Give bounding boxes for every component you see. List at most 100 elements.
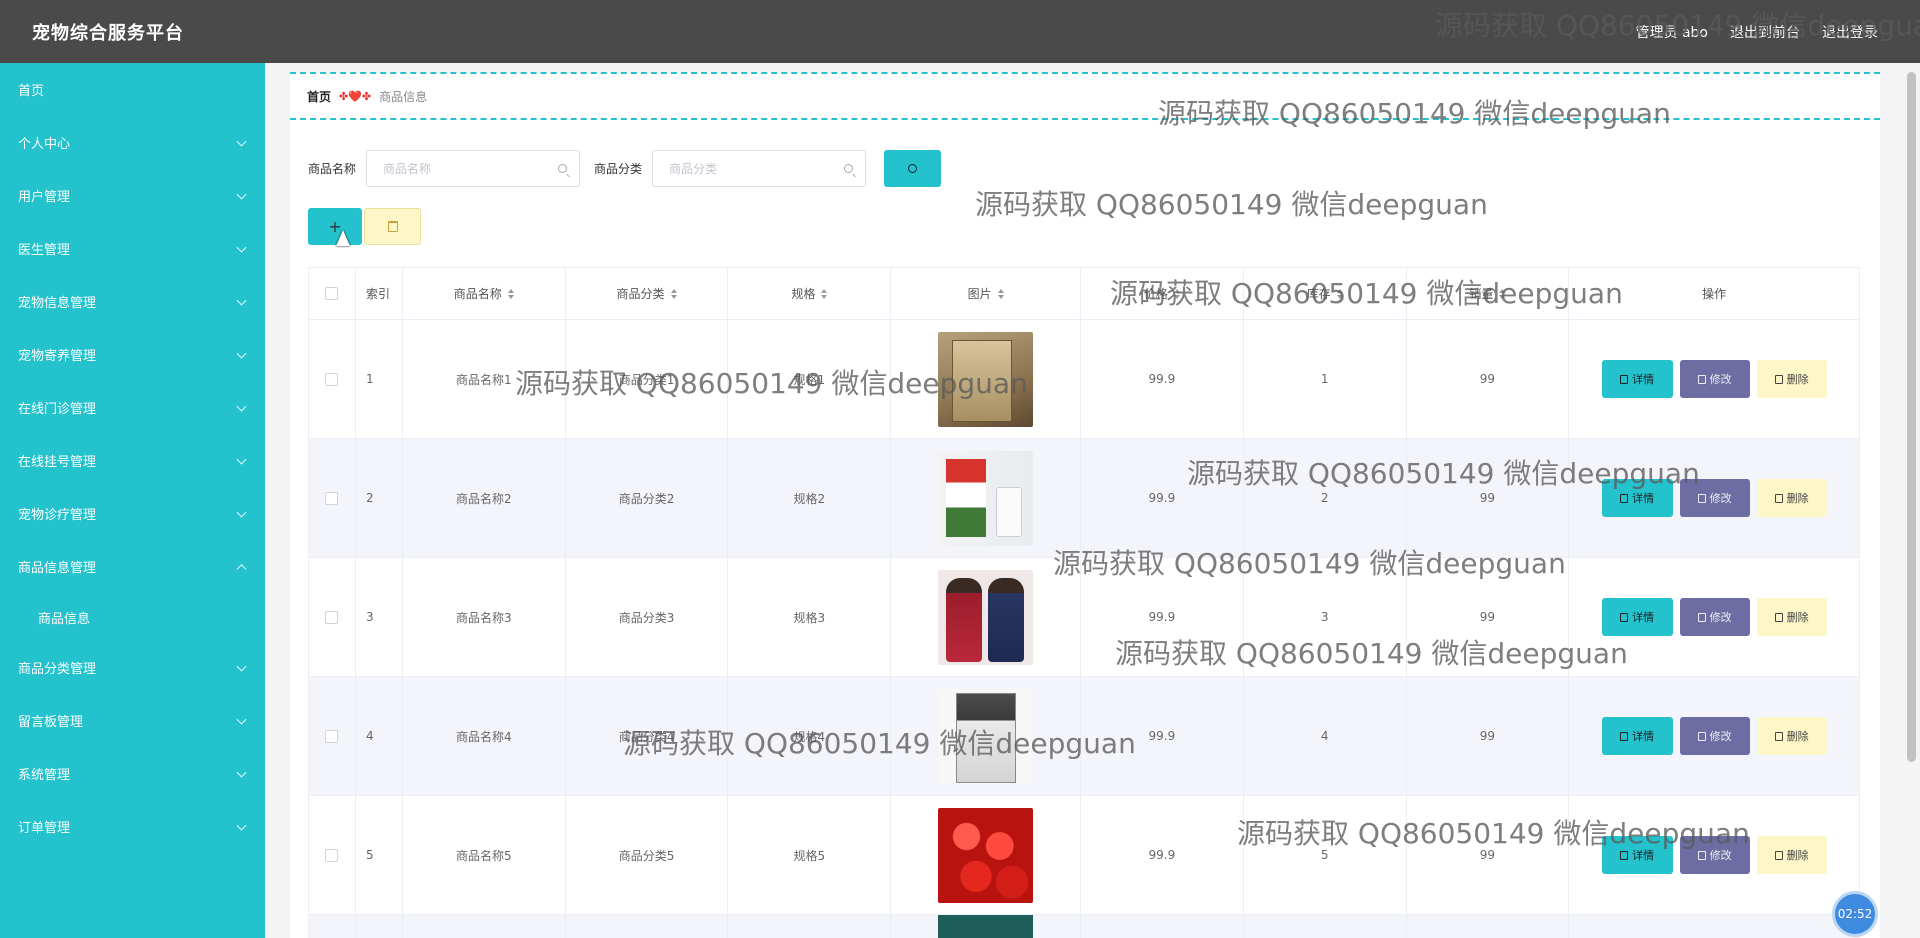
delete-button[interactable]: 删除 xyxy=(1756,360,1827,398)
delete-button[interactable]: 删除 xyxy=(1756,479,1827,517)
cell-stock: 3 xyxy=(1244,558,1407,676)
edit-button[interactable]: 修改 xyxy=(1679,479,1750,517)
cell-category: 商品分类3 xyxy=(566,558,729,676)
sort-icon[interactable] xyxy=(997,288,1004,299)
row-checkbox[interactable] xyxy=(325,610,339,624)
select-all-checkbox[interactable] xyxy=(325,287,339,300)
product-image-cherries[interactable] xyxy=(938,807,1034,903)
search-button[interactable] xyxy=(884,150,942,187)
cell-name: 商品名称2 xyxy=(403,439,566,557)
chevron-down-icon xyxy=(236,401,247,412)
pencil-icon xyxy=(1697,612,1706,622)
edit-button[interactable]: 修改 xyxy=(1679,598,1750,636)
cell-image xyxy=(891,915,1081,938)
search-form: 商品名称 商品名称 商品分类 商品分类 xyxy=(308,150,942,187)
cell-image xyxy=(891,439,1081,557)
sidebar-item-goods-info[interactable]: 商品信息管理 xyxy=(0,540,265,593)
sidebar-item-label: 系统管理 xyxy=(18,768,71,783)
sidebar-item-online-clinic[interactable]: 在线门诊管理 xyxy=(0,381,265,434)
col-image[interactable]: 图片 xyxy=(891,268,1081,319)
floating-clock[interactable]: 02:52 xyxy=(1832,891,1878,937)
cell-name xyxy=(403,915,566,938)
col-sales[interactable]: 销量 xyxy=(1407,268,1570,319)
table-row: 1 商品名称1 商品分类1 规格1 99.9 1 99 详情 修改 删除 xyxy=(309,320,1859,439)
col-image-label: 图片 xyxy=(967,287,992,301)
sidebar-item-online-registration[interactable]: 在线挂号管理 xyxy=(0,434,265,487)
edit-button[interactable]: 修改 xyxy=(1679,360,1750,398)
product-image-book[interactable] xyxy=(938,331,1034,427)
sidebar-subitem-goods[interactable]: 商品信息 xyxy=(0,593,265,641)
admin-user-label: 管理员 abo xyxy=(1635,25,1708,41)
cell-spec: 规格2 xyxy=(728,439,892,557)
document-icon xyxy=(1620,493,1629,503)
edit-button[interactable]: 修改 xyxy=(1679,717,1750,755)
sidebar-item-label: 个人中心 xyxy=(18,137,71,152)
col-spec[interactable]: 规格 xyxy=(728,268,892,319)
trash-icon xyxy=(1774,850,1783,860)
cell-stock: 4 xyxy=(1244,677,1407,795)
batch-delete-button[interactable] xyxy=(364,208,421,245)
cell-sales: 99 xyxy=(1407,558,1570,676)
add-button[interactable]: + xyxy=(308,208,362,245)
breadcrumb-home[interactable]: 首页 xyxy=(307,88,331,105)
goods-category-input[interactable]: 商品分类 xyxy=(652,150,867,187)
chevron-down-icon xyxy=(236,820,247,831)
cell-spec: 规格5 xyxy=(728,796,892,914)
delete-button[interactable]: 删除 xyxy=(1756,836,1827,874)
sidebar-item-message-board[interactable]: 留言板管理 xyxy=(0,694,265,747)
detail-button[interactable]: 详情 xyxy=(1601,598,1673,636)
cell-category: 商品分类2 xyxy=(566,439,729,557)
sort-icon[interactable] xyxy=(507,288,514,299)
col-name[interactable]: 商品名称 xyxy=(403,268,566,319)
sidebar-item-pet-treatment[interactable]: 宠物诊疗管理 xyxy=(0,487,265,540)
product-image-milk[interactable] xyxy=(938,450,1034,546)
chevron-down-icon xyxy=(236,348,247,359)
sidebar-item-profile[interactable]: 个人中心 xyxy=(0,116,265,169)
detail-button[interactable]: 详情 xyxy=(1601,717,1673,755)
sidebar-item-label: 在线挂号管理 xyxy=(18,455,97,470)
document-icon xyxy=(1620,374,1629,384)
product-image-dresses[interactable] xyxy=(938,569,1034,665)
table-row: 5 商品名称5 商品分类5 规格5 99.9 5 99 详情 修改 删除 xyxy=(309,796,1859,915)
cell-index: 4 xyxy=(356,677,403,795)
sidebar-item-orders[interactable]: 订单管理 xyxy=(0,800,265,853)
detail-button[interactable]: 详情 xyxy=(1601,360,1673,398)
sidebar-item-doctors[interactable]: 医生管理 xyxy=(0,222,265,275)
sort-icon[interactable] xyxy=(1336,288,1343,299)
sidebar-item-label: 医生管理 xyxy=(18,243,71,258)
col-category[interactable]: 商品分类 xyxy=(566,268,729,319)
sidebar-item-pet-boarding[interactable]: 宠物寄养管理 xyxy=(0,328,265,381)
goods-name-input[interactable]: 商品名称 xyxy=(366,150,581,187)
logout-link[interactable]: 退出登录 xyxy=(1822,22,1878,42)
sidebar-item-system[interactable]: 系统管理 xyxy=(0,747,265,800)
cell-sales xyxy=(1407,915,1570,938)
delete-button[interactable]: 删除 xyxy=(1756,717,1827,755)
sort-icon[interactable] xyxy=(670,288,677,299)
sort-icon[interactable] xyxy=(821,288,828,299)
col-price[interactable]: 价格 xyxy=(1081,268,1244,319)
sort-icon[interactable] xyxy=(1499,288,1506,299)
vertical-scrollbar[interactable] xyxy=(1907,72,1916,762)
cell-index: 2 xyxy=(356,439,403,557)
main-panel: 首页 ✤❤️✤ 商品信息 商品名称 商品名称 商品分类 商品分类 + 索引 商品… xyxy=(290,72,1880,938)
back-to-front-link[interactable]: 退出到前台 xyxy=(1730,22,1800,42)
row-checkbox[interactable] xyxy=(325,848,339,862)
sort-icon[interactable] xyxy=(1173,288,1180,299)
sidebar-item-goods-category[interactable]: 商品分类管理 xyxy=(0,641,265,694)
sidebar-item-home[interactable]: 首页 xyxy=(0,63,265,116)
detail-button[interactable]: 详情 xyxy=(1601,836,1673,874)
delete-button[interactable]: 删除 xyxy=(1756,598,1827,636)
row-checkbox[interactable] xyxy=(325,372,339,386)
cell-price: 99.9 xyxy=(1081,439,1244,557)
product-image-book-2[interactable] xyxy=(938,688,1034,784)
col-stock[interactable]: 库存 xyxy=(1244,268,1407,319)
sidebar-item-label: 商品分类管理 xyxy=(18,662,97,677)
sidebar-item-pet-info[interactable]: 宠物信息管理 xyxy=(0,275,265,328)
sidebar-item-users[interactable]: 用户管理 xyxy=(0,169,265,222)
row-checkbox[interactable] xyxy=(325,491,339,505)
row-checkbox[interactable] xyxy=(325,729,339,743)
edit-button[interactable]: 修改 xyxy=(1679,836,1750,874)
detail-button[interactable]: 详情 xyxy=(1601,479,1673,517)
product-image-partial[interactable] xyxy=(938,915,1034,938)
sidebar-subitem-label: 商品信息 xyxy=(38,611,91,627)
